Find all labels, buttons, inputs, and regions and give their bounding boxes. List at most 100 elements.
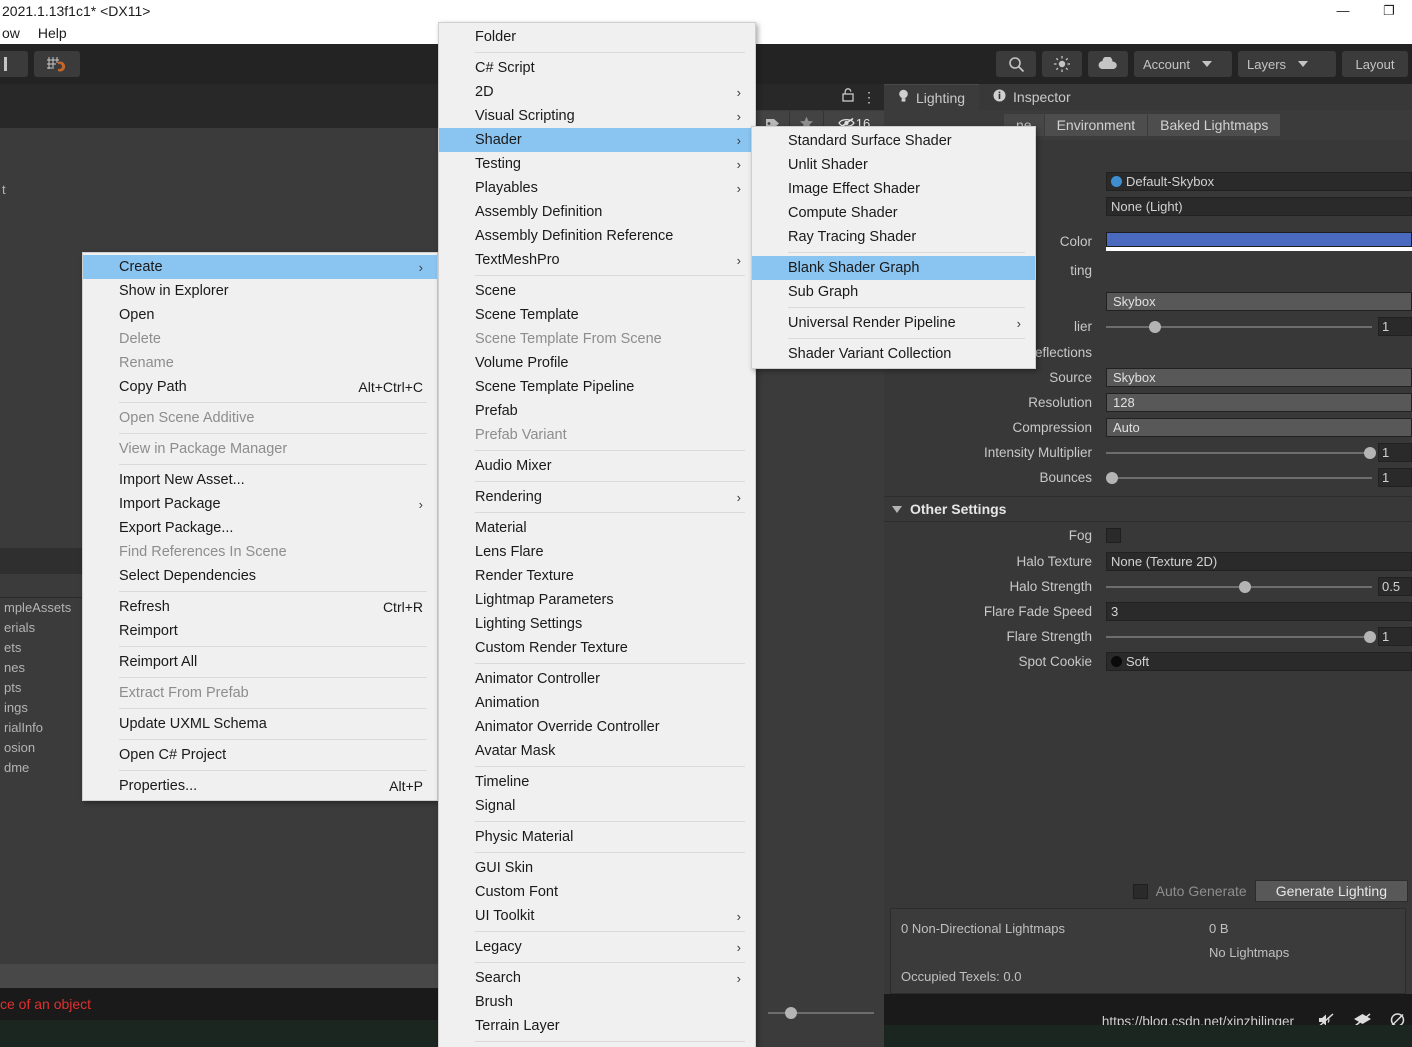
create-menu-item-scene-template[interactable]: Scene Template [439,303,755,327]
context-menu-item-open-c-project[interactable]: Open C# Project [83,743,437,767]
spot-cookie-field[interactable]: Soft [1106,652,1412,671]
create-menu-item-lightmap-parameters[interactable]: Lightmap Parameters [439,588,755,612]
create-menu-item-custom-render-texture[interactable]: Custom Render Texture [439,636,755,660]
context-menu-item-reimport[interactable]: Reimport [83,619,437,643]
halo-strength-track[interactable] [1106,580,1372,593]
create-menu-item-prefab[interactable]: Prefab [439,399,755,423]
shader-menu-item-compute-shader[interactable]: Compute Shader [752,201,1035,225]
create-menu-item-playables[interactable]: Playables › [439,176,755,200]
snap-grid-button[interactable] [34,51,80,77]
search-icon[interactable] [996,51,1036,77]
hierarchy-zoom-slider[interactable] [756,1001,886,1025]
reflection-resolution-dropdown[interactable]: 128 [1106,393,1412,412]
context-menu-item-reimport-all[interactable]: Reimport All [83,650,437,674]
other-settings-header[interactable]: Other Settings [884,496,1412,522]
reflection-source-dropdown[interactable]: Skybox [1106,368,1412,387]
shader-menu-item-sub-graph[interactable]: Sub Graph [752,280,1035,304]
ambient-intensity-track[interactable] [1106,320,1372,333]
create-menu-item-rendering[interactable]: Rendering › [439,485,755,509]
create-menu-item-scene[interactable]: Scene [439,279,755,303]
menubar-item-window[interactable]: ow [2,25,20,41]
account-dropdown[interactable]: Account [1134,51,1232,77]
create-menu-item-volume-profile[interactable]: Volume Profile [439,351,755,375]
light-icon[interactable] [1042,51,1082,77]
create-menu-item-textmeshpro[interactable]: TextMeshPro › [439,248,755,272]
create-menu-item-animation[interactable]: Animation [439,691,755,715]
tab-lighting[interactable]: Lighting [884,84,980,110]
skybox-material-field[interactable]: Default-Skybox [1106,171,1412,191]
create-menu-item-brush[interactable]: Brush [439,990,755,1014]
auto-generate-checkbox[interactable] [1132,883,1148,899]
shader-menu-item-standard-surface-shader[interactable]: Standard Surface Shader [752,129,1035,153]
create-menu-item-audio-mixer[interactable]: Audio Mixer [439,454,755,478]
shader-menu-item-universal-render-pipeline[interactable]: Universal Render Pipeline › [752,311,1035,335]
cloud-icon[interactable] [1088,51,1128,77]
create-menu-item-c-script[interactable]: C# Script [439,56,755,80]
context-menu-item-refresh[interactable]: Refresh Ctrl+R [83,595,437,619]
halo-texture-field[interactable]: None (Texture 2D) [1106,552,1412,571]
create-menu-item-search[interactable]: Search › [439,966,755,990]
subtab-baked-lightmaps[interactable]: Baked Lightmaps [1148,114,1282,136]
menubar-item-help[interactable]: Help [38,25,67,41]
context-menu-item-import-new-asset[interactable]: Import New Asset... [83,468,437,492]
flare-fade-speed-field[interactable]: 3 [1106,602,1412,621]
shader-menu-item-shader-variant-collection[interactable]: Shader Variant Collection [752,342,1035,366]
maximize-button[interactable]: ❐ [1366,0,1412,22]
create-menu-item-shader[interactable]: Shader › [439,128,755,152]
create-menu-item-animator-controller[interactable]: Animator Controller [439,667,755,691]
reflection-bounces-knob[interactable] [1106,471,1118,484]
tab-inspector[interactable]: Inspector [979,84,1085,110]
halo-strength-value[interactable]: 0.5 [1378,577,1412,596]
create-menu-item-scene-template-pipeline[interactable]: Scene Template Pipeline [439,375,755,399]
context-menu-item-select-dependencies[interactable]: Select Dependencies [83,564,437,588]
lock-icon[interactable] [842,87,854,107]
create-menu-item-assembly-definition-reference[interactable]: Assembly Definition Reference [439,224,755,248]
create-menu-item-terrain-layer[interactable]: Terrain Layer [439,1014,755,1038]
generate-lighting-button[interactable]: Generate Lighting [1254,880,1408,902]
ambient-intensity-value[interactable]: 1 [1378,317,1412,336]
context-menu-item-import-package[interactable]: Import Package › [83,492,437,516]
fog-checkbox[interactable] [1106,528,1121,543]
context-menu-item-open[interactable]: Open [83,303,437,327]
create-menu-item-material[interactable]: Material [439,516,755,540]
minimize-button[interactable]: — [1320,0,1366,22]
layers-dropdown[interactable]: Layers [1238,51,1336,77]
flare-strength-value[interactable]: 1 [1378,627,1412,646]
context-menu-item-update-uxml-schema[interactable]: Update UXML Schema [83,712,437,736]
create-menu-item-gui-skin[interactable]: GUI Skin [439,856,755,880]
context-menu-item-copy-path[interactable]: Copy Path Alt+Ctrl+C [83,375,437,399]
create-menu-item-2d[interactable]: 2D › [439,80,755,104]
create-menu-item-physic-material[interactable]: Physic Material [439,825,755,849]
create-menu-item-lighting-settings[interactable]: Lighting Settings [439,612,755,636]
reflection-bounces-track[interactable] [1106,471,1372,484]
create-menu-item-signal[interactable]: Signal [439,794,755,818]
context-menu-item-show-in-explorer[interactable]: Show in Explorer [83,279,437,303]
create-menu-item-avatar-mask[interactable]: Avatar Mask [439,739,755,763]
ambient-source-dropdown[interactable]: Skybox [1106,292,1412,311]
context-menu-item-properties[interactable]: Properties... Alt+P [83,774,437,798]
flare-strength-knob[interactable] [1364,630,1377,643]
create-menu-item-render-texture[interactable]: Render Texture [439,564,755,588]
create-menu-item-timeline[interactable]: Timeline [439,770,755,794]
subtab-environment[interactable]: Environment [1044,114,1149,136]
shader-menu-item-image-effect-shader[interactable]: Image Effect Shader [752,177,1035,201]
create-menu-item-custom-font[interactable]: Custom Font [439,880,755,904]
reflection-intensity-track[interactable] [1106,446,1377,459]
shader-menu-item-blank-shader-graph[interactable]: Blank Shader Graph [752,256,1035,280]
create-menu-item-ui-toolkit[interactable]: UI Toolkit › [439,904,755,928]
shader-menu-item-ray-tracing-shader[interactable]: Ray Tracing Shader [752,225,1035,249]
shader-menu-item-unlit-shader[interactable]: Unlit Shader [752,153,1035,177]
ambient-color-swatch[interactable] [1106,231,1412,247]
reflection-bounces-value[interactable]: 1 [1378,468,1412,487]
flare-strength-track[interactable] [1106,630,1377,643]
create-menu-item-folder[interactable]: Folder [439,25,755,49]
reflection-intensity-value[interactable]: 1 [1378,443,1412,462]
create-menu-item-assembly-definition[interactable]: Assembly Definition [439,200,755,224]
halo-strength-knob[interactable] [1239,580,1251,593]
context-menu-item-export-package[interactable]: Export Package... [83,516,437,540]
create-menu-item-visual-scripting[interactable]: Visual Scripting › [439,104,755,128]
layout-dropdown[interactable]: Layout [1342,51,1408,77]
create-menu-item-legacy[interactable]: Legacy › [439,935,755,959]
slider-knob[interactable] [784,1007,797,1019]
kebab-menu-icon[interactable]: ⋮ [862,90,876,104]
